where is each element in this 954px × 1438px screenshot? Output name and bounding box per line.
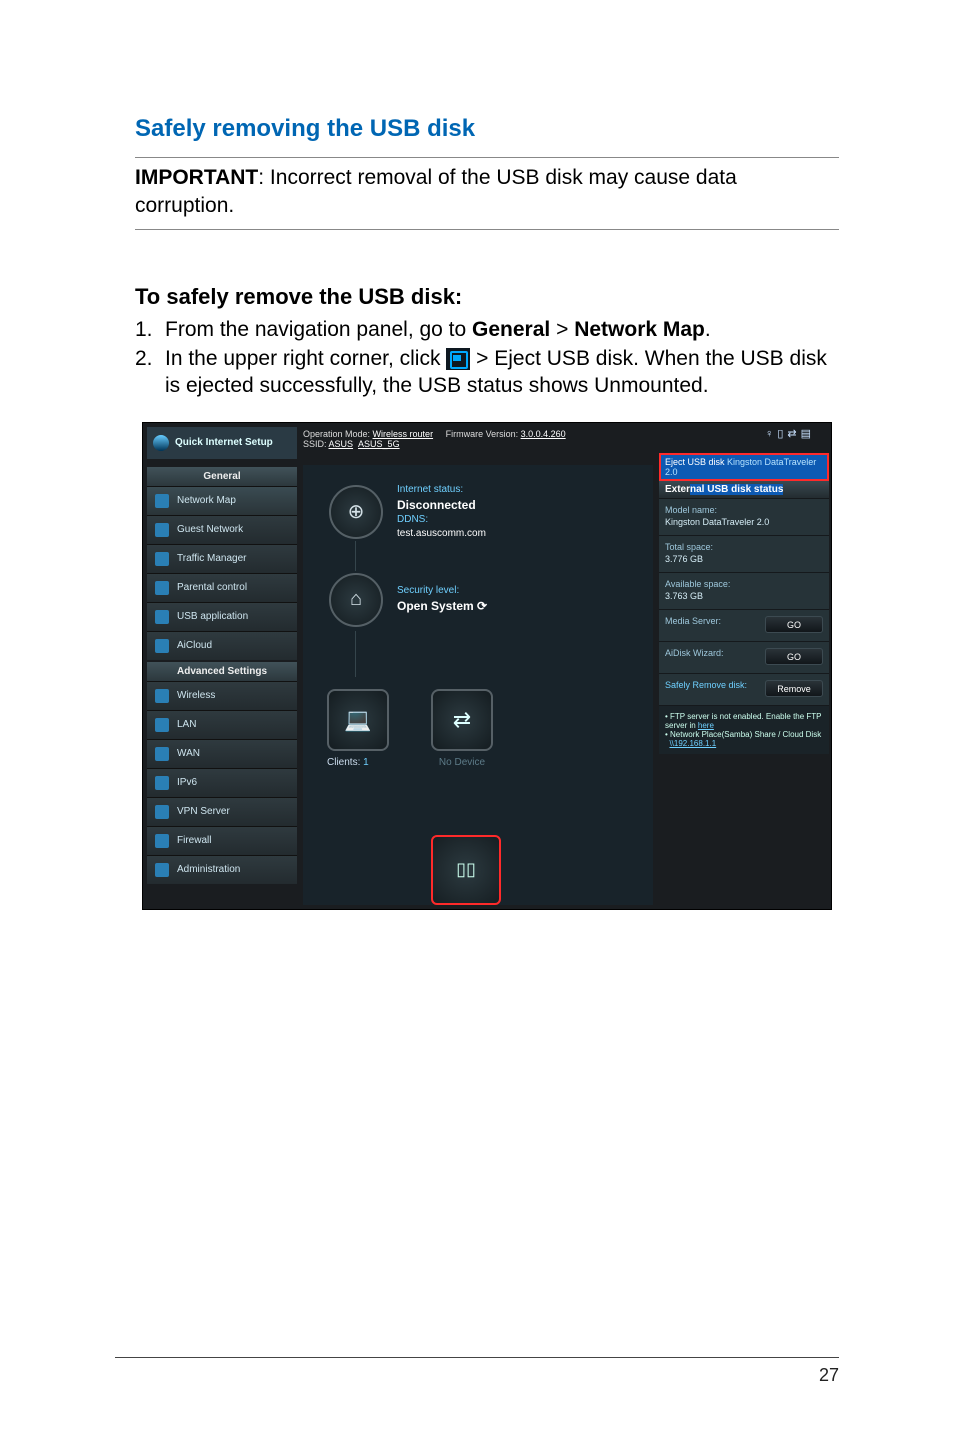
ssid-link[interactable]: ASUS xyxy=(329,439,354,449)
step-body: In the upper right corner, click > Eject… xyxy=(165,345,839,400)
sidebar-item-administration[interactable]: Administration xyxy=(147,855,297,884)
map-icon xyxy=(155,494,169,508)
subheading: To safely remove the USB disk: xyxy=(135,284,839,310)
security-label: Security level: xyxy=(397,584,487,598)
section-title: Safely removing the USB disk xyxy=(135,115,839,143)
op-mode-link[interactable]: Wireless router xyxy=(373,429,434,439)
no-device-label: No Device xyxy=(431,757,493,768)
important-label: IMPORTANT xyxy=(135,166,258,189)
step-1: 1. From the navigation panel, go to Gene… xyxy=(135,316,839,343)
router-icon: ⌂ xyxy=(329,573,383,627)
sidebar-head-advanced: Advanced Settings xyxy=(147,662,297,681)
sidebar-item-parental-control[interactable]: Parental control xyxy=(147,573,297,602)
wifi-icon xyxy=(155,689,169,703)
sidebar-item-firewall[interactable]: Firewall xyxy=(147,826,297,855)
safely-remove-field: Safely Remove disk: Remove xyxy=(659,673,829,705)
footer-rule xyxy=(115,1357,839,1358)
user-icon[interactable]: ♀ xyxy=(765,428,777,440)
lock-icon xyxy=(155,581,169,595)
lan-icon xyxy=(155,718,169,732)
media-server-field: Media Server: GO xyxy=(659,609,829,641)
wand-icon xyxy=(153,435,169,451)
step-number: 1. xyxy=(135,316,165,343)
ext-usb-heading: External USB disk status xyxy=(659,481,829,498)
aidisk-wizard-field: AiDisk Wizard: GO xyxy=(659,641,829,673)
page-icon[interactable]: ▯ xyxy=(777,428,787,440)
ipv6-icon xyxy=(155,776,169,790)
model-name-field: Model name: Kingston DataTraveler 2.0 xyxy=(659,498,829,535)
ftp-here-link[interactable]: here xyxy=(698,721,714,730)
connector-line xyxy=(355,631,356,677)
ddns-value: test.asuscomm.com xyxy=(397,527,486,541)
firewall-icon xyxy=(155,834,169,848)
sidebar-item-ipv6[interactable]: IPv6 xyxy=(147,768,297,797)
connector-line xyxy=(355,541,356,571)
guest-icon xyxy=(155,523,169,537)
aidisk-go-button[interactable]: GO xyxy=(765,648,823,665)
cloud-icon xyxy=(155,639,169,653)
internet-status-label: Internet status: xyxy=(397,483,486,497)
firmware-link[interactable]: 3.0.0.4.260 xyxy=(521,429,566,439)
usb-app-icon xyxy=(155,610,169,624)
top-icon-bar: ♀▯⇄▤ xyxy=(765,427,815,440)
security-tile[interactable]: ⌂ Security level: Open System ⟳ xyxy=(329,573,487,627)
usb-disk-tile[interactable]: ▯▯ xyxy=(431,835,501,905)
total-space-field: Total space: 3.776 GB xyxy=(659,535,829,572)
usb-eject-icon xyxy=(446,348,470,370)
smb-path-link[interactable]: \\192.168.1.1 xyxy=(669,739,716,748)
sidebar-item-aicloud[interactable]: AiCloud xyxy=(147,631,297,660)
sidebar-item-wireless[interactable]: Wireless xyxy=(147,681,297,710)
status-bar: Operation Mode: Wireless router Firmware… xyxy=(303,429,566,449)
security-value: Open System ⟳ xyxy=(397,598,487,615)
important-box: IMPORTANT: Incorrect removal of the USB … xyxy=(135,157,839,230)
admin-icon xyxy=(155,863,169,877)
vpn-icon xyxy=(155,805,169,819)
wan-icon xyxy=(155,747,169,761)
sidebar-item-usb-application[interactable]: USB application xyxy=(147,602,297,631)
clients-label: Clients: 1 xyxy=(327,757,369,768)
ssid-link-5g[interactable]: ASUS_5G xyxy=(358,439,400,449)
sidebar-item-vpn-server[interactable]: VPN Server xyxy=(147,797,297,826)
footer-notes: • FTP server is not enabled. Enable the … xyxy=(659,705,829,754)
qis-label: Quick Internet Setup xyxy=(175,437,273,448)
doc-icon[interactable]: ▤ xyxy=(801,428,815,440)
sidebar-item-traffic-manager[interactable]: Traffic Manager xyxy=(147,544,297,573)
traffic-icon xyxy=(155,552,169,566)
internet-tile[interactable]: ⊕ Internet status: Disconnected DDNS: te… xyxy=(329,483,486,542)
sidebar: General Network Map Guest Network Traffi… xyxy=(147,465,297,884)
step-body: From the navigation panel, go to General… xyxy=(165,316,839,343)
sidebar-item-wan[interactable]: WAN xyxy=(147,739,297,768)
no-device-tile[interactable]: ⇄ xyxy=(431,689,493,751)
steps-list: 1. From the navigation panel, go to Gene… xyxy=(135,316,839,400)
sidebar-item-guest-network[interactable]: Guest Network xyxy=(147,515,297,544)
eject-usb-popup[interactable]: Eject USB disk Kingston DataTraveler 2.0 xyxy=(659,453,829,481)
eject-label: Eject USB disk xyxy=(665,457,727,467)
sidebar-head-general: General xyxy=(147,467,297,486)
router-admin-screenshot: Quick Internet Setup Operation Mode: Wir… xyxy=(142,422,832,910)
usb-icon[interactable]: ⇄ xyxy=(787,428,800,440)
step-number: 2. xyxy=(135,345,165,400)
globe-icon: ⊕ xyxy=(329,485,383,539)
page-number: 27 xyxy=(819,1365,839,1386)
sidebar-item-lan[interactable]: LAN xyxy=(147,710,297,739)
quick-internet-setup[interactable]: Quick Internet Setup xyxy=(147,427,297,459)
step-2: 2. In the upper right corner, click > Ej… xyxy=(135,345,839,400)
right-panel: Eject USB disk Kingston DataTraveler 2.0… xyxy=(659,453,829,754)
internet-status: Disconnected xyxy=(397,497,486,514)
sidebar-item-network-map[interactable]: Network Map xyxy=(147,486,297,515)
center-panel: ⊕ Internet status: Disconnected DDNS: te… xyxy=(303,465,653,905)
ddns-label: DDNS: xyxy=(397,513,486,527)
available-space-field: Available space: 3.763 GB xyxy=(659,572,829,609)
media-server-go-button[interactable]: GO xyxy=(765,616,823,633)
clients-tile[interactable]: 💻 xyxy=(327,689,389,751)
remove-button[interactable]: Remove xyxy=(765,680,823,697)
